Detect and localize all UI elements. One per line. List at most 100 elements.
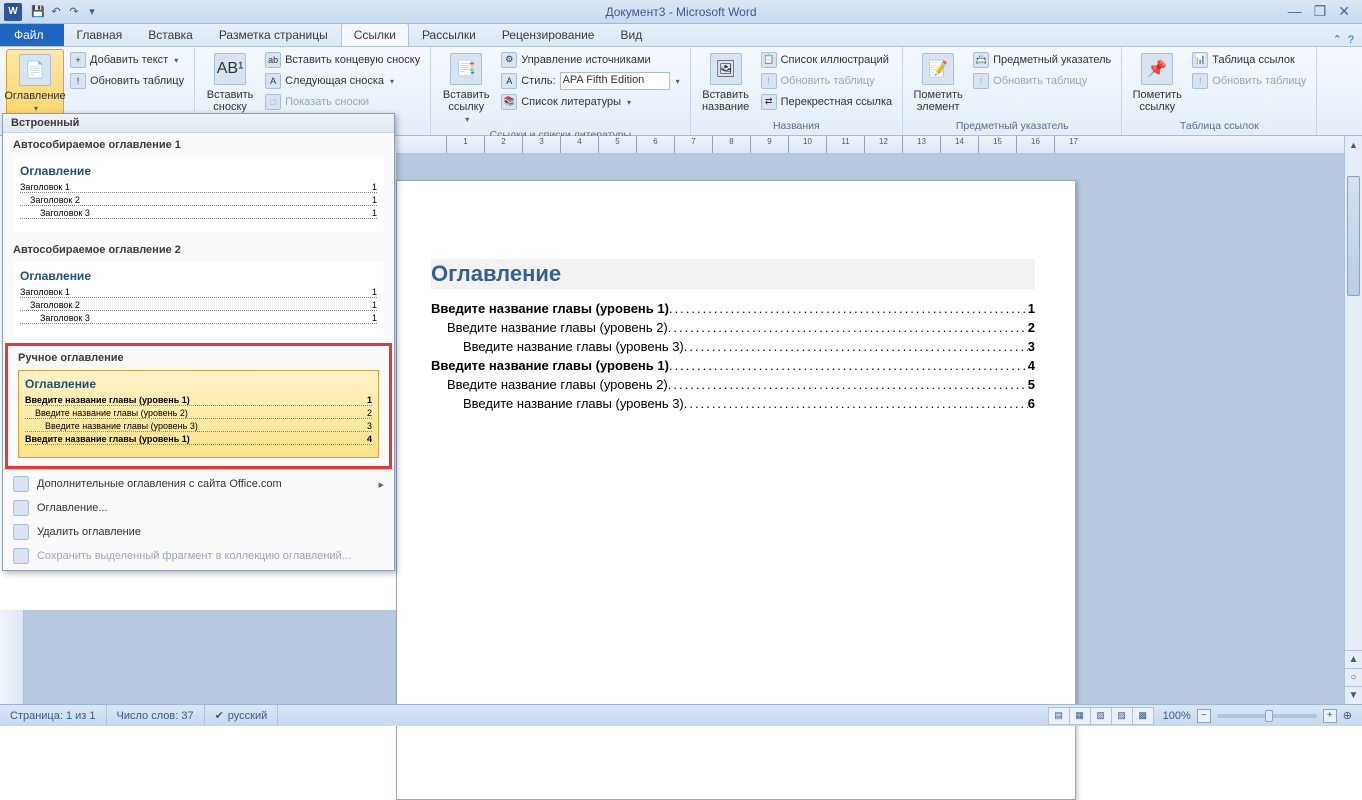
help-icon[interactable]: ?	[1348, 34, 1354, 46]
gallery-item-auto2[interactable]: Оглавление Заголовок 11Заголовок 21Загол…	[13, 262, 384, 337]
group-index: 📝 Пометить элемент 📇Предметный указатель…	[903, 47, 1122, 135]
vertical-scrollbar[interactable]: ▲ ▲ ○ ▼	[1344, 136, 1362, 704]
table-of-figures-button[interactable]: 📋Список иллюстраций	[757, 49, 897, 70]
tab-review[interactable]: Рецензирование	[489, 23, 608, 46]
view-print-layout-icon[interactable]: ▤	[1048, 707, 1070, 725]
scroll-up-icon[interactable]: ▲	[1345, 136, 1362, 154]
prev-page-icon[interactable]: ▲	[1345, 650, 1362, 668]
view-fullscreen-icon[interactable]: ▦	[1069, 707, 1091, 725]
zoom-value[interactable]: 100%	[1163, 710, 1191, 722]
tab-page-layout[interactable]: Разметка страницы	[206, 23, 341, 46]
gallery-preview-row: Введите название главы (уровень 1)4	[25, 434, 372, 445]
view-web-icon[interactable]: ▧	[1090, 707, 1112, 725]
undo-icon[interactable]: ↶	[48, 4, 64, 20]
show-footnotes-button[interactable]: □Показать сноски	[261, 91, 424, 112]
mark-entry-button[interactable]: 📝 Пометить элемент	[909, 49, 967, 118]
status-lang[interactable]: ✔русский	[205, 705, 279, 726]
update-toa-button[interactable]: !Обновить таблицу	[1188, 70, 1310, 91]
zoom-in-button[interactable]: +	[1323, 709, 1337, 723]
insert-footnote-button[interactable]: AB¹ Вставить сноску	[201, 49, 259, 118]
manage-sources-button[interactable]: ⚙Управление источниками	[497, 49, 683, 70]
view-outline-icon[interactable]: ▨	[1111, 707, 1133, 725]
gallery-remove-toc[interactable]: Удалить оглавление	[3, 520, 394, 544]
group-captions: 🖼 Вставить название 📋Список иллюстраций …	[691, 47, 904, 135]
doc-toc-row[interactable]: Введите название главы (уровень 2)......…	[431, 377, 1035, 392]
zoom-thumb[interactable]	[1265, 710, 1273, 722]
tab-home[interactable]: Главная	[64, 23, 136, 46]
insert-caption-button[interactable]: 🖼 Вставить название	[697, 49, 755, 118]
gallery-footer: Дополнительные оглавления с сайта Office…	[3, 469, 394, 570]
insert-toa-button[interactable]: 📊Таблица ссылок	[1188, 49, 1310, 70]
horizontal-ruler[interactable]: 1234567891011121314151617	[396, 136, 1344, 154]
redo-icon[interactable]: ↷	[66, 4, 82, 20]
doc-toc-row[interactable]: Введите название главы (уровень 1)......…	[431, 301, 1035, 316]
mark-entry-icon: 📝	[922, 53, 954, 85]
doc-toc-row[interactable]: Введите название главы (уровень 2)......…	[431, 320, 1035, 335]
doc-toc-row[interactable]: Введите название главы (уровень 3)......…	[431, 339, 1035, 354]
gallery-highlight-box: Ручное оглавление Оглавление Введите наз…	[5, 343, 392, 469]
status-words[interactable]: Число слов: 37	[107, 705, 205, 726]
endnote-icon: ab	[265, 52, 281, 68]
close-icon[interactable]: ✕	[1338, 3, 1350, 20]
restore-icon[interactable]: ❐	[1314, 3, 1327, 20]
title-bar: W 💾 ↶ ↷ ▾ Документ3 - Microsoft Word — ❐…	[0, 0, 1362, 24]
ribbon-tabs: Файл Главная Вставка Разметка страницы С…	[0, 24, 1362, 47]
bibliography-button[interactable]: 📚Список литературы	[497, 91, 683, 112]
group-label-toa: Таблица ссылок	[1128, 118, 1310, 135]
file-tab[interactable]: Файл	[0, 23, 64, 46]
next-footnote-button[interactable]: AСледующая сноска	[261, 70, 424, 91]
gallery-more-office[interactable]: Дополнительные оглавления с сайта Office…	[3, 472, 394, 496]
scroll-thumb[interactable]	[1347, 176, 1360, 296]
insert-index-button[interactable]: 📇Предметный указатель	[969, 49, 1115, 70]
gallery-item-auto1[interactable]: Оглавление Заголовок 11Заголовок 21Загол…	[13, 157, 384, 232]
zoom-expand-icon[interactable]: ⊕	[1343, 709, 1352, 722]
update-index-button[interactable]: !Обновить таблицу	[969, 70, 1115, 91]
doc-toc-title[interactable]: Оглавление	[431, 259, 1035, 289]
gallery-preview-row: Заголовок 31	[20, 208, 377, 219]
tab-references[interactable]: Ссылки	[341, 23, 409, 46]
index-icon: 📇	[973, 52, 989, 68]
style-label: Стиль:	[521, 75, 555, 87]
view-draft-icon[interactable]: ▩	[1132, 707, 1154, 725]
tab-view[interactable]: Вид	[607, 23, 655, 46]
doc-toc-row[interactable]: Введите название главы (уровень 1)......…	[431, 358, 1035, 373]
add-text-icon: +	[70, 52, 86, 68]
gallery-section-auto2: Автособираемое оглавление 2	[3, 238, 394, 260]
gallery-section-manual: Ручное оглавление	[8, 346, 389, 368]
citation-icon: 📑	[450, 53, 482, 85]
cross-reference-button[interactable]: ⇄Перекрестная ссылка	[757, 91, 897, 112]
qat-customize-icon[interactable]: ▾	[84, 4, 100, 20]
status-bar: Страница: 1 из 1 Число слов: 37 ✔русский…	[0, 704, 1362, 726]
toc-gallery: Встроенный Автособираемое оглавление 1 О…	[2, 113, 395, 571]
insert-endnote-button[interactable]: abВставить концевую сноску	[261, 49, 424, 70]
toc-icon: 📄	[19, 54, 51, 86]
gallery-preview-row: Заголовок 11	[20, 287, 377, 298]
doc-toc-row[interactable]: Введите название главы (уровень 3)......…	[431, 396, 1035, 411]
update-toc-button[interactable]: !Обновить таблицу	[66, 70, 188, 91]
gallery-custom-toc[interactable]: Оглавление...	[3, 496, 394, 520]
zoom-out-button[interactable]: −	[1197, 709, 1211, 723]
gallery-preview-row: Заголовок 21	[20, 300, 377, 311]
mark-citation-button[interactable]: 📌 Пометить ссылку	[1128, 49, 1186, 118]
browse-object-icon[interactable]: ○	[1345, 668, 1362, 686]
gallery-item-manual[interactable]: Оглавление Введите название главы (урове…	[18, 370, 379, 458]
insert-citation-button[interactable]: 📑 Вставить ссылку	[437, 49, 495, 127]
gallery-header: Встроенный	[3, 114, 394, 133]
update-tof-button[interactable]: !Обновить таблицу	[757, 70, 897, 91]
minimize-icon[interactable]: —	[1288, 3, 1302, 20]
style-combobox[interactable]: APA Fifth Edition	[560, 72, 670, 90]
tab-insert[interactable]: Вставка	[135, 23, 206, 46]
tab-mailings[interactable]: Рассылки	[409, 23, 489, 46]
custom-toc-icon	[13, 500, 29, 516]
zoom-slider[interactable]	[1217, 714, 1317, 718]
status-page[interactable]: Страница: 1 из 1	[0, 705, 107, 726]
add-text-button[interactable]: +Добавить текст	[66, 49, 188, 70]
next-page-icon[interactable]: ▼	[1345, 686, 1362, 704]
tof-icon: 📋	[761, 52, 777, 68]
save-icon[interactable]: 💾	[30, 4, 46, 20]
ribbon-minimize-icon[interactable]: ⌃	[1333, 33, 1342, 46]
save-selection-icon	[13, 548, 29, 564]
toc-button[interactable]: 📄 Оглавление	[6, 49, 64, 118]
quick-access-toolbar: 💾 ↶ ↷ ▾	[30, 4, 100, 20]
window-controls: — ❐ ✕	[1288, 3, 1362, 20]
